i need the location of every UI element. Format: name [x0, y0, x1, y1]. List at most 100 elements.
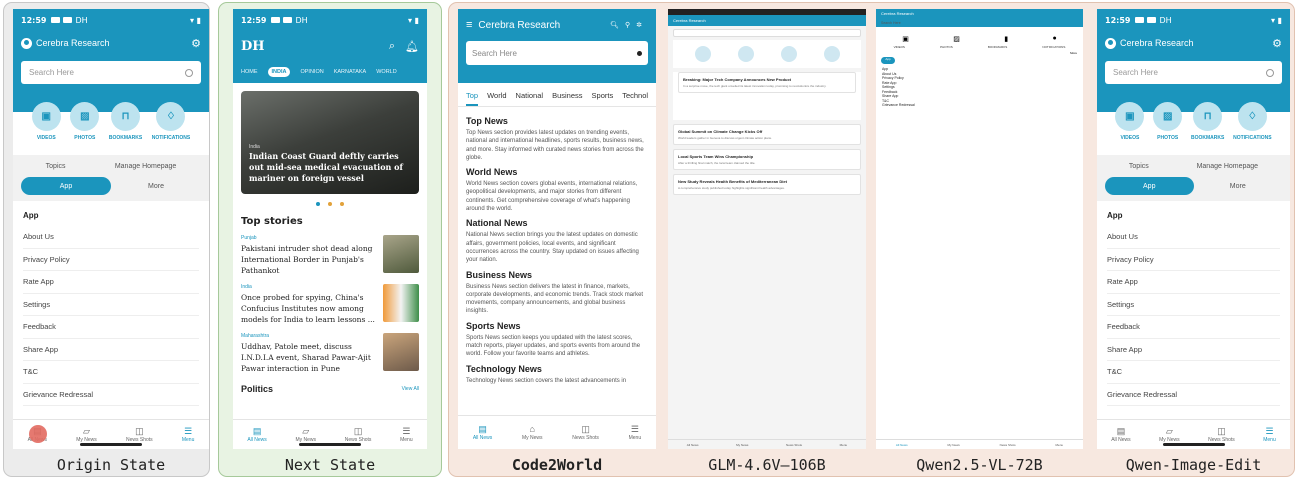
tab-world[interactable]: World	[487, 91, 506, 106]
menu-item-settings[interactable]: Settings	[23, 294, 199, 316]
gear-icon[interactable]: ⚙	[191, 37, 201, 50]
nav-menu[interactable]: Menu	[840, 443, 848, 447]
nav-my-news[interactable]: ▱ My News	[76, 426, 97, 443]
bell-icon: ♢	[1237, 102, 1267, 131]
glm-card[interactable]: New Study Reveals Health Benefits of Med…	[673, 174, 861, 195]
menu-item-privacy[interactable]: Privacy Policy	[1107, 249, 1280, 271]
menu-item-tc[interactable]: T&C	[23, 361, 199, 384]
tab-world[interactable]: WORLD	[376, 69, 396, 75]
menu-item-feedback[interactable]: Feedback	[23, 316, 199, 339]
tab-top[interactable]: Top	[466, 91, 479, 106]
nav-news-shots[interactable]: News Shots	[1000, 443, 1016, 447]
section-title: World News	[466, 167, 518, 178]
menu-item-privacy[interactable]: Privacy Policy	[23, 249, 199, 271]
nav-menu[interactable]: ☰ Menu	[629, 424, 642, 441]
nav-all-news[interactable]: ▤All News	[473, 424, 492, 441]
bell-icon[interactable]: 🔔︎	[405, 40, 419, 53]
menu-item-share[interactable]: Share App	[1107, 339, 1280, 361]
tab-india[interactable]: INDIA	[267, 67, 291, 77]
save-icon[interactable]: ▮	[1004, 35, 1008, 43]
nav-my-news[interactable]: ⌂ My News	[522, 424, 543, 441]
nav-all-news[interactable]: ▤All News	[1111, 426, 1130, 443]
menu-heading: App	[1107, 211, 1123, 220]
nav-my-news[interactable]: My News	[947, 443, 959, 447]
photos-button[interactable]: ▨ PHOTOS	[70, 102, 100, 141]
dh-logo: DH	[241, 38, 265, 54]
tab-topics[interactable]: Topics	[1129, 163, 1149, 170]
nav-menu[interactable]: ☰ Menu	[182, 426, 195, 443]
story-item[interactable]: Maharashtra Uddhav, Patole meet, discuss …	[233, 329, 427, 378]
bookmarks-button[interactable]: ⊓ BOOKMARKS	[1191, 102, 1224, 141]
nav-my-news[interactable]: My News	[736, 443, 748, 447]
tab-karnataka[interactable]: KARNATAKA	[334, 69, 367, 75]
story-item[interactable]: India Once probed for spying, China's Con…	[233, 280, 427, 329]
more-link[interactable]: More	[876, 49, 1083, 57]
tab-business[interactable]: Business	[552, 91, 582, 106]
tab-manage-homepage[interactable]: Manage Homepage	[115, 163, 177, 170]
menu-item-tc[interactable]: T&C	[1107, 361, 1280, 384]
menu-item-about[interactable]: About Us	[1107, 226, 1280, 249]
nav-menu[interactable]: Menu	[1056, 443, 1064, 447]
nav-all-news[interactable]: ▤All News	[247, 426, 266, 443]
segment-app[interactable]: App	[1105, 177, 1194, 195]
nav-news-shots[interactable]: News Shots	[786, 443, 802, 447]
notifications-button[interactable]: ♢ NOTIFICATIONS	[152, 102, 190, 141]
nav-news-shots[interactable]: ◫ News Shots	[1208, 426, 1235, 443]
info-icon[interactable]: ●	[1053, 35, 1057, 43]
toolbar-icons[interactable]: 🔍︎⚲✲	[610, 21, 648, 29]
bookmarks-button[interactable]: ⊓ BOOKMARKS	[109, 102, 142, 141]
hero-card[interactable]: India Indian Coast Guard deftly carries …	[241, 91, 419, 194]
nav-news-shots[interactable]: ◫ News Shots	[126, 426, 153, 443]
menu-item-grievance[interactable]: Grievance Redressal	[23, 384, 199, 406]
brand-title: Cerebra Research	[478, 19, 561, 31]
tab-national[interactable]: National	[516, 91, 544, 106]
nav-news-shots[interactable]: ◫ News Shots	[345, 426, 372, 443]
search-input[interactable]: Search Here	[21, 61, 201, 84]
photos-button[interactable]: ▨ PHOTOS	[1153, 102, 1183, 141]
nav-news-shots[interactable]: ◫ News Shots	[572, 424, 599, 441]
glm-card[interactable]: Global Summit on Climate Change Kicks Of…	[673, 124, 861, 145]
menu-item-settings[interactable]: Settings	[1107, 294, 1280, 316]
nav-all-news[interactable]: All News	[896, 443, 908, 447]
nav-menu[interactable]: ☰ Menu	[400, 426, 413, 443]
view-all-link[interactable]: View All	[402, 386, 419, 392]
menu-item-grievance[interactable]: Grievance Redressal	[1107, 384, 1280, 406]
app-pill[interactable]: App	[881, 57, 895, 64]
menu-item-rate[interactable]: Rate App	[23, 271, 199, 294]
nav-menu[interactable]: ☰ Menu	[1263, 426, 1276, 443]
photo-icon[interactable]: ▨	[953, 35, 960, 43]
qwenvl-search[interactable]: Search Here	[876, 19, 1083, 27]
tab-opinion[interactable]: OPINION	[300, 69, 323, 75]
segment-more[interactable]: More	[111, 177, 201, 195]
tab-technology[interactable]: Technol	[622, 91, 648, 106]
nav-all-news[interactable]: All News	[687, 443, 699, 447]
tab-home[interactable]: HOME	[241, 69, 258, 75]
tab-topics[interactable]: Topics	[46, 163, 66, 170]
tab-sports[interactable]: Sports	[592, 91, 614, 106]
menu-item-feedback[interactable]: Feedback	[1107, 316, 1280, 339]
search-icon[interactable]: ⌕	[389, 40, 395, 53]
menu-item-about[interactable]: About Us	[23, 226, 199, 249]
search-dot-icon	[637, 50, 642, 56]
videos-button[interactable]: ▣ VIDEOS	[1115, 102, 1145, 141]
gear-icon[interactable]: ⚙	[1272, 37, 1282, 50]
videos-button[interactable]: ▣ VIDEOS	[31, 102, 61, 141]
menu-item-share[interactable]: Share App	[23, 339, 199, 361]
segment-more[interactable]: More	[1194, 177, 1283, 195]
search-input[interactable]: Search Here	[1105, 61, 1282, 84]
notifications-button[interactable]: ♢ NOTIFICATIONS	[1233, 102, 1272, 141]
search-input[interactable]: Search Here	[466, 41, 648, 65]
story-item[interactable]: Punjab Pakistani intruder shot dead along…	[233, 231, 427, 280]
glm-card[interactable]: Local Sports Team Wins Championship After…	[673, 149, 861, 170]
glm-card[interactable]: Breaking: Major Tech Company Announces N…	[678, 72, 856, 93]
nav-label: Menu	[628, 435, 642, 441]
nav-label: Menu	[181, 437, 195, 443]
menu-item[interactable]: Grievance Redressal	[882, 103, 1077, 108]
video-icon[interactable]: ▣	[902, 35, 909, 43]
segment-app[interactable]: App	[21, 177, 111, 195]
tab-manage-homepage[interactable]: Manage Homepage	[1197, 163, 1259, 170]
menu-item-rate[interactable]: Rate App	[1107, 271, 1280, 294]
nav-my-news[interactable]: ▱ My News	[295, 426, 316, 443]
hamburger-icon[interactable]: ≡	[466, 19, 472, 31]
nav-my-news[interactable]: ▱ My News	[1159, 426, 1180, 443]
